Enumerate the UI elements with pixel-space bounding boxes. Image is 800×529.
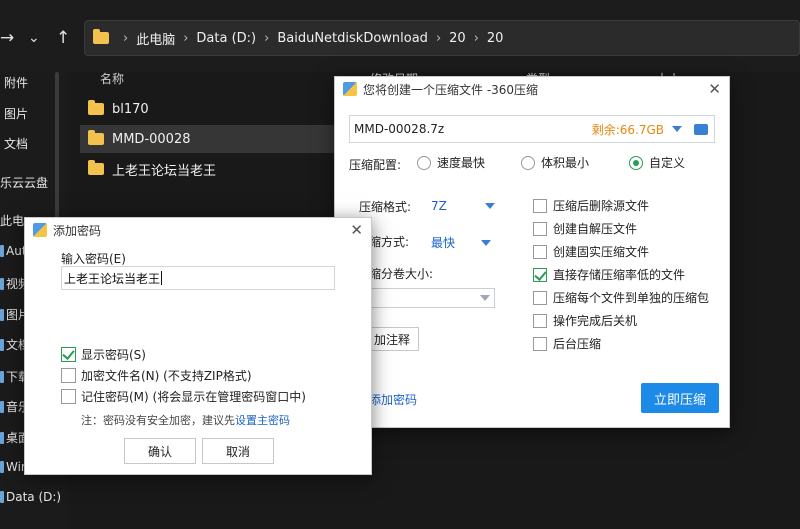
drive-icon xyxy=(0,491,4,503)
explorer-toolbar: → ⌄ ↑ › 此电脑 › Data (D:) › BaiduNetdiskDo… xyxy=(0,0,800,72)
add-password-link[interactable]: 添加密码 xyxy=(369,391,417,408)
checkbox-encrypt-filenames[interactable]: 加密文件名(N) (不支持ZIP格式) xyxy=(61,367,252,384)
password-label: 输入密码(E) xyxy=(61,252,126,266)
format-label: 压缩格式: xyxy=(359,200,412,214)
password-dialog: 添加密码 ✕ 输入密码(E) 上老王论坛当老王 显示密码(S) 加密文件名(N)… xyxy=(24,217,372,475)
dialog-titlebar[interactable]: 您将创建一个压缩文件 -360压缩 xyxy=(335,77,729,101)
remaining-space: 剩余:66.7GB xyxy=(591,122,664,137)
music-icon xyxy=(0,400,4,413)
radio-speed[interactable]: 速度最快 xyxy=(417,154,485,171)
set-master-password-link[interactable]: 设置主密码 xyxy=(235,414,290,427)
checkbox-separate-archives[interactable]: 压缩每个文件到单独的压缩包 xyxy=(533,289,709,306)
app-icon xyxy=(33,223,47,237)
checkbox-store-low-ratio[interactable]: 直接存储压缩率低的文件 xyxy=(533,266,685,283)
method-label: 缩方式: xyxy=(369,235,410,249)
sidebar-item[interactable]: 此电 xyxy=(0,212,24,229)
sidebar-item[interactable]: Data (D:) xyxy=(0,490,61,504)
security-note: 注：密码没有安全加密，建议先设置主密码 xyxy=(81,414,290,427)
up-arrow-icon[interactable]: ↑ xyxy=(56,28,70,48)
drive-icon xyxy=(0,245,4,257)
forward-arrow-icon[interactable]: → xyxy=(0,28,14,48)
checkbox-delete-source[interactable]: 压缩后删除源文件 xyxy=(533,197,649,214)
sidebar-item[interactable]: Aut xyxy=(0,244,27,258)
dropdown-arrow-icon xyxy=(484,203,495,209)
document-icon xyxy=(0,338,4,351)
folder-icon xyxy=(88,100,104,115)
sidebar-item[interactable]: 图片 xyxy=(4,105,28,122)
breadcrumb-item[interactable]: 20 xyxy=(487,31,504,46)
file-row[interactable]: MMD-00028 xyxy=(80,125,340,153)
split-size-label: 缩分卷大小: xyxy=(369,267,434,281)
address-bar[interactable]: › 此电脑 › Data (D:) › BaiduNetdiskDownload… xyxy=(84,20,800,56)
sidebar-item[interactable]: 乐云云盘 xyxy=(0,174,48,191)
recent-chevron-icon[interactable]: ⌄ xyxy=(28,28,40,48)
breadcrumb-item[interactable]: BaiduNetdiskDownload xyxy=(277,31,428,46)
text-caret xyxy=(161,271,163,285)
dropdown-arrow-icon[interactable] xyxy=(672,126,682,132)
file-row[interactable]: bl170 xyxy=(80,95,340,123)
breadcrumb-item[interactable]: 此电脑 xyxy=(136,29,175,48)
sidebar-item[interactable]: 附件 xyxy=(4,74,28,91)
folder-icon xyxy=(93,29,109,44)
dropdown-arrow-icon xyxy=(481,239,492,246)
close-icon[interactable]: ✕ xyxy=(350,221,363,239)
dialog-title: 添加密码 xyxy=(53,223,102,238)
close-icon[interactable]: ✕ xyxy=(708,80,721,98)
sidebar-item[interactable]: 文档 xyxy=(4,135,28,152)
radio-size[interactable]: 体积最小 xyxy=(521,154,589,171)
download-icon xyxy=(0,370,4,383)
file-row[interactable]: 上老王论坛当老王 xyxy=(80,155,340,183)
radio-custom[interactable]: 自定义 xyxy=(629,154,685,171)
dropdown-arrow-icon xyxy=(480,295,490,301)
split-size-combo[interactable] xyxy=(365,288,495,308)
archive-filename: MMD-00028.7z xyxy=(354,122,445,136)
checkmark-icon xyxy=(533,267,547,282)
method-select[interactable]: 最快 xyxy=(431,234,492,251)
picture-icon xyxy=(0,308,4,321)
browse-folder-icon[interactable] xyxy=(694,123,708,135)
breadcrumb-item[interactable]: Data (D:) xyxy=(196,31,256,46)
password-input[interactable]: 上老王论坛当老王 xyxy=(61,266,335,290)
confirm-button[interactable]: 确认 xyxy=(124,438,196,464)
column-header-name[interactable]: 名称 xyxy=(100,70,124,87)
breadcrumb-item[interactable]: 20 xyxy=(449,31,466,46)
config-label: 压缩配置: xyxy=(349,158,402,172)
folder-icon xyxy=(88,130,104,145)
dialog-title: 您将创建一个压缩文件 -360压缩 xyxy=(363,82,539,97)
windows-drive-icon xyxy=(0,461,4,473)
video-icon xyxy=(0,277,4,290)
compress-dialog: 您将创建一个压缩文件 -360压缩 ✕ MMD-00028.7z 剩余:66.7… xyxy=(334,76,730,428)
desktop-icon xyxy=(0,431,4,444)
checkbox-remember-password[interactable]: 记住密码(M) (将会显示在管理密码窗口中) xyxy=(61,388,306,405)
folder-icon xyxy=(88,160,104,175)
archive-filename-field[interactable]: MMD-00028.7z 剩余:66.7GB xyxy=(349,115,715,143)
checkbox-solid[interactable]: 创建固实压缩文件 xyxy=(533,243,649,260)
dialog-titlebar[interactable]: 添加密码 xyxy=(25,218,371,242)
checkmark-icon xyxy=(61,347,76,362)
app-icon xyxy=(343,82,357,96)
compress-now-button[interactable]: 立即压缩 xyxy=(641,383,719,413)
checkbox-shutdown[interactable]: 操作完成后关机 xyxy=(533,312,637,329)
checkbox-self-extract[interactable]: 创建自解压文件 xyxy=(533,220,637,237)
format-select[interactable]: 7Z xyxy=(431,199,495,213)
checkbox-background[interactable]: 后台压缩 xyxy=(533,335,601,352)
checkbox-show-password[interactable]: 显示密码(S) xyxy=(61,346,146,363)
cancel-button[interactable]: 取消 xyxy=(202,438,274,464)
add-note-button[interactable]: 加注释 xyxy=(365,327,419,351)
